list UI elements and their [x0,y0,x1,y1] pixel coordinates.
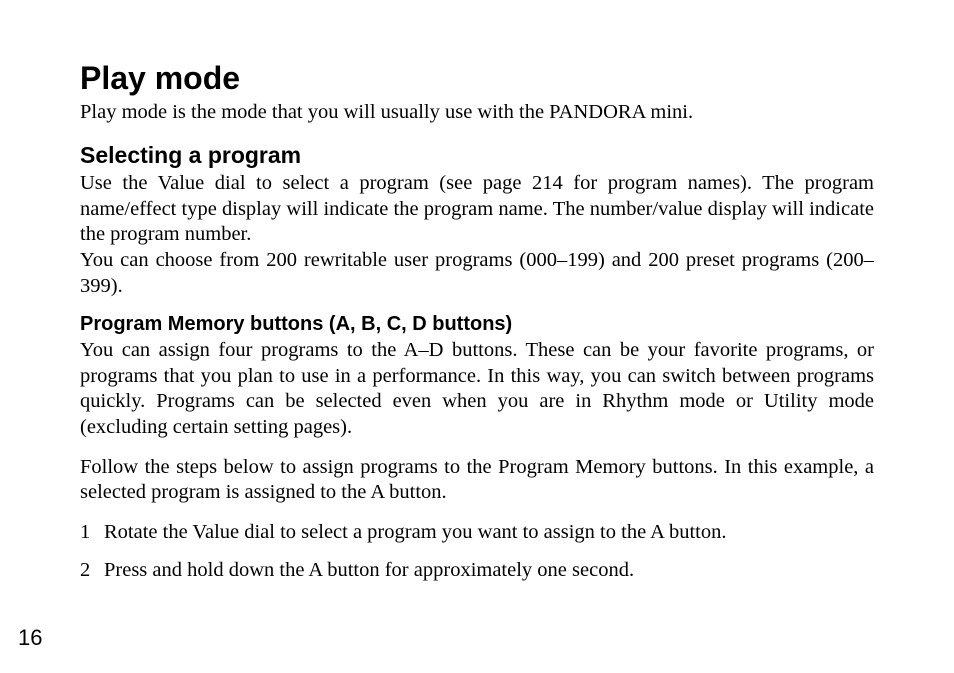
step-1: 1 Rotate the Value dial to select a prog… [80,520,874,546]
manual-page: Play mode Play mode is the mode that you… [0,0,954,673]
step-number: 1 [80,520,104,546]
selecting-paragraph-1: Use the Value dial to select a program (… [80,171,874,248]
step-text: Press and hold down the A button for app… [104,558,874,584]
step-text: Rotate the Value dial to select a progra… [104,520,874,546]
heading-selecting-program: Selecting a program [80,142,874,169]
page-number: 16 [18,625,42,651]
heading-play-mode: Play mode [80,60,874,97]
intro-paragraph: Play mode is the mode that you will usua… [80,101,874,124]
step-2: 2 Press and hold down the A button for a… [80,558,874,584]
step-number: 2 [80,558,104,584]
program-memory-paragraph-2: Follow the steps below to assign program… [80,455,874,506]
selecting-paragraph-2: You can choose from 200 rewritable user … [80,248,874,299]
program-memory-paragraph-1: You can assign four programs to the A–D … [80,338,874,441]
heading-program-memory-buttons: Program Memory buttons (A, B, C, D butto… [80,313,874,336]
